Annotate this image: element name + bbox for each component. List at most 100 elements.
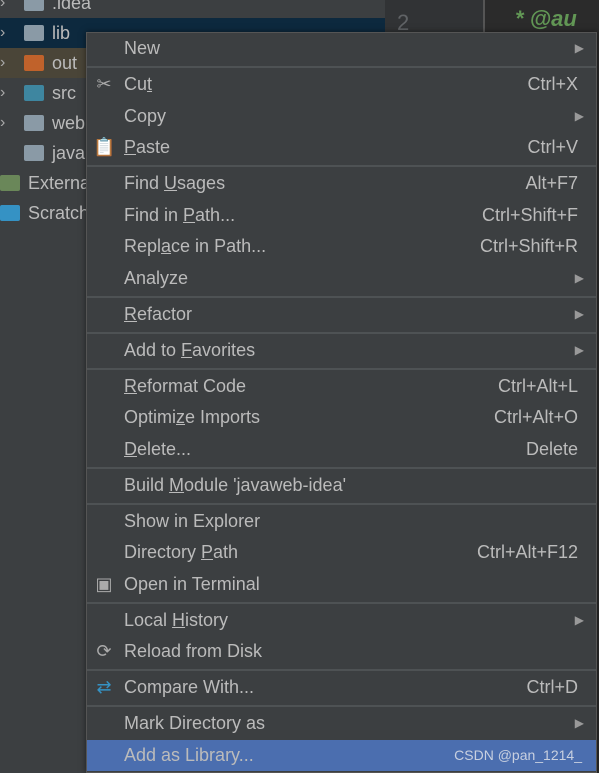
label-text: eformat Code <box>137 375 247 396</box>
menu-item[interactable]: ⇄ Compare With... Ctrl+D <box>87 672 596 704</box>
shortcut: Ctrl+Alt+F12 <box>476 542 578 562</box>
label-text: Reload from Disk <box>124 641 263 661</box>
menu-item[interactable]: Reformat Code Ctrl+Alt+L <box>87 371 596 403</box>
menu-item-label: Reformat Code <box>124 371 246 403</box>
menu-item[interactable]: Find in Path... Ctrl+Shift+F <box>87 200 596 232</box>
menu-item[interactable]: Mark Directory as ▶ <box>87 708 596 740</box>
scissors-icon: ✂ <box>96 74 112 94</box>
label-text: e Imports <box>185 407 261 427</box>
menu-item-label: Paste <box>124 132 170 164</box>
label-text: sages <box>177 173 226 193</box>
menu-item-label: Cut <box>124 69 152 101</box>
watermark: CSDN @pan_1214_ <box>454 746 582 763</box>
mnemonic: H <box>172 609 186 630</box>
tree-item-label: java <box>52 143 86 163</box>
mnemonic: F <box>181 339 193 360</box>
label-text: istory <box>185 609 229 630</box>
chevron-right-icon[interactable]: › <box>0 48 5 78</box>
tree-item-label: Scratch <box>28 203 90 223</box>
mnemonic: P <box>124 137 137 157</box>
tree-item-label: out <box>52 53 78 73</box>
folder-icon <box>24 0 44 11</box>
menu-item-label: Refactor <box>124 299 192 331</box>
menu-item[interactable]: Refactor ▶ <box>87 299 596 331</box>
menu-item[interactable]: Add to Favorites ▶ <box>87 335 596 367</box>
menu-item-label: Open in Terminal <box>124 569 260 601</box>
file-icon <box>24 145 44 161</box>
label-text: Local <box>124 609 173 630</box>
shortcut: Delete <box>525 438 578 459</box>
chevron-right-icon[interactable]: › <box>0 108 5 138</box>
menu-item[interactable]: Show in Explorer <box>87 506 596 538</box>
submenu-arrow-icon: ▶ <box>574 612 584 627</box>
tree-item-label: src <box>52 83 76 103</box>
chevron-right-icon[interactable]: › <box>0 0 5 18</box>
folder-icon <box>24 55 44 71</box>
folder-icon <box>24 25 44 41</box>
mnemonic: t <box>147 74 153 94</box>
menu-item-label: Find Usages <box>124 168 225 200</box>
compare-icon: ⇄ <box>96 677 112 697</box>
label-text: Directory <box>124 542 202 562</box>
label-text: Add as Library... <box>124 744 254 765</box>
mnemonic: P <box>201 542 214 562</box>
label-text: Add to <box>124 339 182 360</box>
menu-item[interactable]: Replace in Path... Ctrl+Shift+R <box>87 231 596 263</box>
label-text: ath <box>213 542 239 562</box>
menu-item[interactable]: ⟳ Reload from Disk <box>87 636 596 668</box>
label-text: elete... <box>137 438 192 459</box>
menu-item-label: Build Module 'javaweb-idea' <box>124 470 346 502</box>
menu-item[interactable]: Directory Path Ctrl+Alt+F12 <box>87 537 596 569</box>
chevron-right-icon[interactable]: › <box>0 78 5 108</box>
label-text: aste <box>136 137 171 157</box>
menu-item[interactable]: Find Usages Alt+F7 <box>87 168 596 200</box>
context-menu: New ▶ ✂ Cut Ctrl+X Copy ▶ 📋 Paste Ctrl+V Find Usag… <box>86 32 597 773</box>
library-icon <box>0 205 20 221</box>
menu-item[interactable]: Add as Library... CSDN @pan_1214_ <box>87 739 596 771</box>
submenu-arrow-icon: ▶ <box>574 342 584 357</box>
mnemonic: a <box>161 236 172 256</box>
menu-item[interactable]: ✂ Cut Ctrl+X <box>87 69 596 101</box>
menu-item-label: Add to Favorites <box>124 335 255 367</box>
mnemonic: M <box>169 474 185 495</box>
label-text: ce in Path... <box>171 236 267 256</box>
chevron-right-icon[interactable]: › <box>0 18 5 48</box>
label-text: Analyze <box>124 267 189 288</box>
menu-item-label: Local History <box>124 605 228 637</box>
label-text: avorites <box>192 339 256 360</box>
menu-item-label: Mark Directory as <box>124 708 265 740</box>
menu-item[interactable]: Local History ▶ <box>87 605 596 637</box>
menu-item-label: Copy <box>124 101 166 133</box>
submenu-arrow-icon: ▶ <box>574 306 584 321</box>
label-text: Find <box>124 173 165 193</box>
label-text: Find in <box>124 204 184 225</box>
shortcut: Ctrl+D <box>526 677 578 697</box>
menu-item-label: Show in Explorer <box>124 506 260 538</box>
submenu-arrow-icon: ▶ <box>574 41 584 55</box>
menu-item-label: Directory Path <box>124 537 238 569</box>
menu-item[interactable]: Analyze ▶ <box>87 263 596 295</box>
label-text: Cu <box>124 74 148 94</box>
menu-item[interactable]: 📋 Paste Ctrl+V <box>87 132 596 164</box>
menu-item[interactable]: Build Module 'javaweb-idea' <box>87 470 596 502</box>
mnemonic: R <box>124 375 137 396</box>
submenu-arrow-icon: ▶ <box>574 716 584 730</box>
menu-item[interactable]: ▣ Open in Terminal <box>87 569 596 601</box>
menu-item[interactable]: Delete... Delete <box>87 434 596 466</box>
shortcut: Ctrl+X <box>527 74 578 94</box>
menu-item[interactable]: Copy ▶ <box>87 101 596 133</box>
tree-item-label: web <box>52 113 86 133</box>
menu-item[interactable]: Optimize Imports Ctrl+Alt+O <box>87 402 596 434</box>
shortcut: Ctrl+Shift+R <box>479 236 578 256</box>
submenu-arrow-icon: ▶ <box>574 108 584 123</box>
shortcut: Alt+F7 <box>525 173 578 193</box>
folder-icon <box>24 85 44 101</box>
clipboard-icon: 📋 <box>93 137 116 157</box>
tree-item[interactable]: › .idea <box>0 0 385 18</box>
shortcut: Ctrl+Alt+L <box>497 375 578 396</box>
label-text: Build <box>124 474 170 495</box>
label-text: Compare With... <box>124 677 255 697</box>
menu-item[interactable]: New ▶ <box>87 33 596 65</box>
menu-item-label: Delete... <box>124 434 191 466</box>
menu-item-label: Compare With... <box>124 672 254 704</box>
